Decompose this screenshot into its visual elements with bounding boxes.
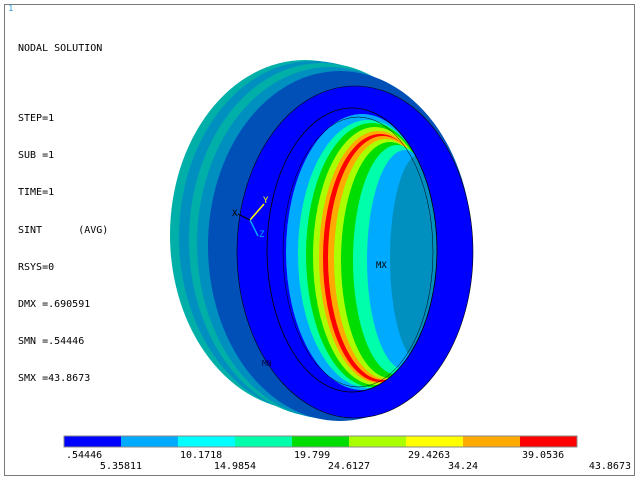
legend-swatch-5 — [292, 436, 349, 447]
legend-bottom-label: 34.24 — [448, 461, 478, 472]
legend-bottom-label: 24.6127 — [328, 461, 370, 472]
legend-top-label: 10.1718 — [180, 450, 222, 461]
legend-swatch-6 — [349, 436, 406, 447]
legend-swatch-1 — [64, 436, 121, 447]
legend-swatch-3 — [178, 436, 235, 447]
legend-top-label: .54446 — [66, 450, 102, 461]
legend-top-label: 39.0536 — [522, 450, 564, 461]
legend-top-label: 19.799 — [294, 450, 330, 461]
legend-swatch-9 — [520, 436, 577, 447]
legend-bottom-label: 14.9854 — [214, 461, 256, 472]
legend-bottom-label: 5.35811 — [100, 461, 142, 472]
legend-swatch-8 — [463, 436, 520, 447]
legend-swatch-4 — [235, 436, 292, 447]
legend-bottom-label: 43.8673 — [589, 461, 631, 472]
contour-legend: .54446 10.1718 19.799 29.4263 39.0536 5.35811… — [63, 435, 631, 472]
legend-swatches — [63, 435, 578, 448]
legend-swatch-7 — [406, 436, 463, 447]
legend-top-label: 29.4263 — [408, 450, 450, 461]
legend-swatch-2 — [121, 436, 178, 447]
